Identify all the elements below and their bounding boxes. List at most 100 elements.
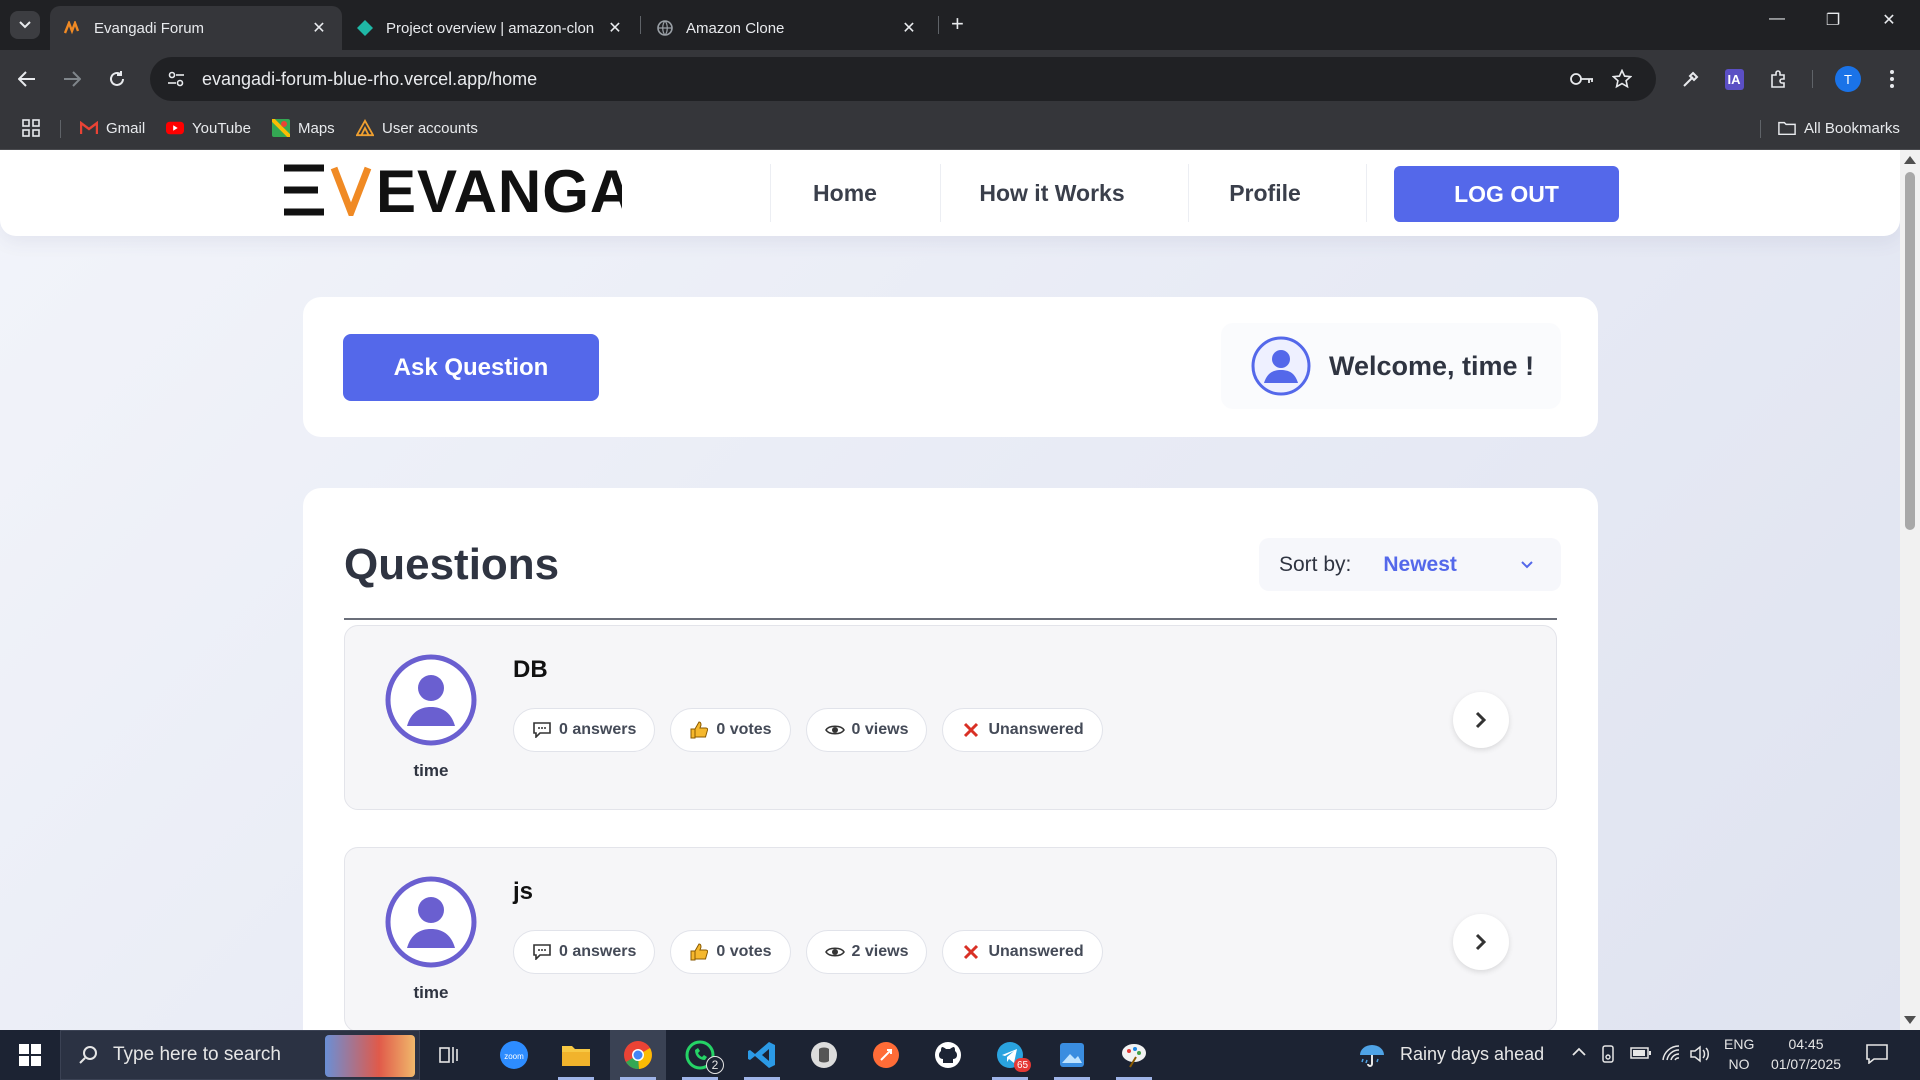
ia-extension-icon[interactable]: IA [1719, 64, 1749, 94]
eye-icon [824, 720, 845, 740]
language-indicator[interactable]: ENG NO [1724, 1036, 1754, 1072]
file-explorer-icon[interactable] [548, 1030, 604, 1080]
nav-divider [1366, 164, 1367, 222]
notifications-icon[interactable] [1866, 1044, 1888, 1069]
wifi-icon[interactable] [1662, 1045, 1680, 1066]
close-tab-icon[interactable]: ✕ [900, 18, 918, 38]
question-item[interactable]: time js 0 answers 0 votes 2 views Unansw [344, 847, 1557, 1030]
nav-home[interactable]: Home [790, 170, 900, 216]
all-bookmarks[interactable]: All Bookmarks [1778, 119, 1900, 137]
close-tab-icon[interactable]: ✕ [310, 18, 328, 38]
bookmark-user-accounts[interactable]: User accounts [356, 119, 478, 137]
tab-evangadi-forum[interactable]: Evangadi Forum ✕ [50, 6, 342, 50]
reload-icon[interactable] [102, 64, 132, 94]
puzzle-extensions-icon[interactable] [1764, 64, 1794, 94]
zoom-app-icon[interactable]: zoom [486, 1030, 542, 1080]
database-app-icon[interactable] [796, 1030, 852, 1080]
site-info-icon[interactable] [164, 67, 188, 91]
scroll-down-icon[interactable] [1904, 1016, 1916, 1024]
windows-start-icon[interactable] [0, 1030, 60, 1080]
more-menu-icon[interactable] [1880, 64, 1904, 94]
votes-badge: 0 votes [670, 930, 791, 974]
bookmark-maps[interactable]: Maps [272, 119, 335, 137]
open-question-button[interactable] [1453, 914, 1509, 970]
github-app-icon[interactable] [920, 1030, 976, 1080]
toolbar-divider [1812, 70, 1813, 88]
votes-badge: 0 votes [670, 708, 791, 752]
address-bar[interactable]: evangadi-forum-blue-rho.vercel.app/home [150, 57, 1656, 101]
open-question-button[interactable] [1453, 692, 1509, 748]
taskbar-search-box[interactable]: Type here to search [60, 1030, 420, 1080]
vscode-app-icon[interactable] [734, 1030, 790, 1080]
evangadi-logo[interactable]: EVANGADI [280, 158, 695, 225]
tab-project-overview[interactable]: Project overview | amazon-clon ✕ [342, 6, 638, 50]
question-title[interactable]: js [513, 878, 533, 906]
tab-amazon-clone[interactable]: Amazon Clone ✕ [642, 6, 932, 50]
profile-avatar[interactable]: T [1835, 66, 1861, 92]
password-key-icon[interactable] [1570, 57, 1594, 101]
bookmark-youtube[interactable]: YouTube [166, 119, 251, 137]
youtube-icon [166, 119, 184, 137]
chrome-app-icon[interactable] [610, 1030, 666, 1080]
search-icon [77, 1044, 99, 1066]
cross-mark-icon [961, 720, 981, 740]
ask-question-button[interactable]: Ask Question [343, 334, 599, 401]
sort-dropdown[interactable]: Sort by: Newest [1259, 538, 1561, 591]
evangadi-favicon-icon [64, 19, 82, 37]
new-tab-icon[interactable]: + [951, 12, 964, 36]
site-header: EVANGADI Home How it Works Profile LOG O… [0, 150, 1900, 236]
clock[interactable]: 04:45 01/07/2025 [1764, 1036, 1848, 1072]
page-scrollbar[interactable] [1900, 150, 1920, 1030]
tab-separator [938, 16, 939, 34]
eye-icon [824, 942, 845, 962]
show-hidden-icons-icon[interactable] [1572, 1044, 1586, 1062]
user-accounts-icon [356, 119, 374, 137]
clock-date: 01/07/2025 [1770, 1056, 1842, 1072]
battery-icon[interactable] [1630, 1046, 1652, 1065]
device-icon[interactable] [1600, 1045, 1616, 1068]
questions-heading: Questions [344, 540, 560, 589]
scroll-up-icon[interactable] [1904, 156, 1916, 164]
svg-text:EVANGADI: EVANGADI [376, 164, 622, 216]
nav-divider [940, 164, 941, 222]
scrollbar-thumb[interactable] [1905, 172, 1915, 530]
minimize-icon[interactable]: — [1754, 10, 1800, 28]
forward-arrow-icon[interactable] [57, 64, 87, 94]
maps-icon [272, 119, 290, 137]
page-viewport: EVANGADI Home How it Works Profile LOG O… [0, 150, 1900, 1030]
volume-icon[interactable] [1690, 1045, 1710, 1068]
apps-grid-icon[interactable] [22, 119, 40, 137]
whatsapp-app-icon[interactable]: 2 [672, 1030, 728, 1080]
tab-separator [640, 16, 641, 34]
close-tab-icon[interactable]: ✕ [606, 18, 624, 38]
folder-icon [1778, 119, 1796, 137]
question-title[interactable]: DB [513, 656, 548, 684]
ask-question-card: Ask Question Welcome, time ! [303, 297, 1598, 437]
restore-icon[interactable]: ❐ [1810, 10, 1856, 30]
task-view-icon[interactable] [422, 1030, 478, 1080]
thumbs-up-icon [689, 942, 709, 962]
back-arrow-icon[interactable] [12, 64, 42, 94]
eyedropper-extension-icon[interactable] [1676, 64, 1706, 94]
bookmark-star-icon[interactable] [1612, 57, 1632, 101]
paint-app-icon[interactable] [1106, 1030, 1162, 1080]
svg-text:zoom: zoom [504, 1052, 524, 1061]
globe-favicon-icon [656, 19, 674, 37]
bookmarks-divider [60, 120, 61, 138]
telegram-app-icon[interactable]: 65 [982, 1030, 1038, 1080]
welcome-box: Welcome, time ! [1221, 323, 1561, 409]
weather-umbrella-icon[interactable] [1352, 1030, 1392, 1080]
question-author: time [413, 761, 449, 780]
logout-button[interactable]: LOG OUT [1394, 166, 1619, 222]
question-item[interactable]: time DB 0 answers 0 votes 0 views Unansw [344, 625, 1557, 810]
question-stats: 0 answers 0 votes 2 views Unanswered [513, 930, 1103, 974]
nav-profile[interactable]: Profile [1210, 170, 1320, 216]
nav-how-it-works[interactable]: How it Works [962, 170, 1142, 216]
tab-search-button[interactable] [10, 11, 40, 39]
window-close-icon[interactable]: ✕ [1866, 10, 1912, 30]
bookmark-gmail[interactable]: Gmail [80, 119, 145, 137]
weather-text[interactable]: Rainy days ahead [1400, 1044, 1544, 1065]
answers-badge: 0 answers [513, 930, 656, 974]
photos-app-icon[interactable] [1044, 1030, 1100, 1080]
postman-app-icon[interactable] [858, 1030, 914, 1080]
